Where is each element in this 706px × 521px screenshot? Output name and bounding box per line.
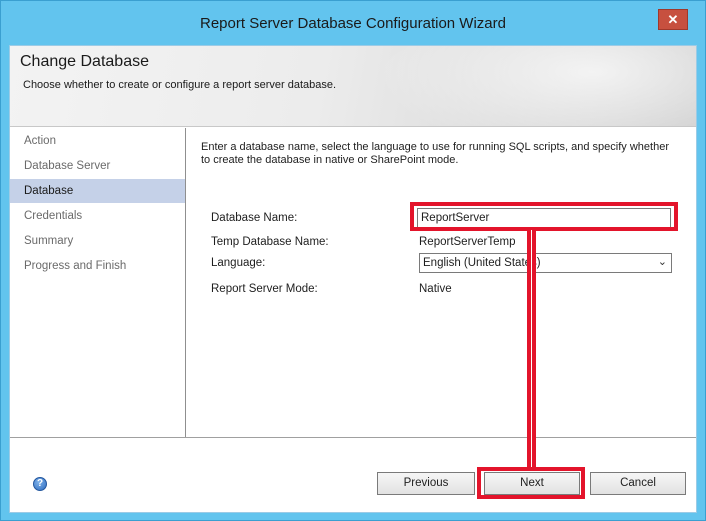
page-title: Change Database xyxy=(20,53,149,70)
cancel-button[interactable]: Cancel xyxy=(590,472,686,495)
report-server-mode-label: Report Server Mode: xyxy=(211,283,318,295)
wizard-client-area: Change Database Choose whether to create… xyxy=(9,45,697,513)
temp-database-name-label: Temp Database Name: xyxy=(211,236,329,248)
report-server-mode-value: Native xyxy=(419,283,452,295)
database-name-highlight-box xyxy=(410,202,678,231)
wizard-steps-sidebar: Action Database Server Database Credenti… xyxy=(10,128,186,438)
page-header: Change Database Choose whether to create… xyxy=(10,46,696,127)
wizard-window: Report Server Database Configuration Wiz… xyxy=(0,0,706,521)
instructions-text: Enter a database name, select the langua… xyxy=(201,141,669,166)
chevron-down-icon: ⌄ xyxy=(657,256,667,268)
footer-divider xyxy=(10,437,696,438)
title-bar: Report Server Database Configuration Wiz… xyxy=(1,1,705,45)
help-icon[interactable]: ? xyxy=(33,477,47,491)
page-subtitle: Choose whether to create or configure a … xyxy=(23,79,337,91)
next-button-highlight-box xyxy=(477,467,585,499)
temp-database-name-value: ReportServerTemp xyxy=(419,236,516,248)
sidebar-item-credentials[interactable]: Credentials xyxy=(10,204,185,228)
header-decoration xyxy=(376,46,696,126)
sidebar-item-database[interactable]: Database xyxy=(10,179,185,203)
close-button[interactable]: ✕ xyxy=(658,9,688,30)
highlight-connector-line xyxy=(527,230,536,468)
sidebar-item-summary[interactable]: Summary xyxy=(10,229,185,253)
main-panel: Enter a database name, select the langua… xyxy=(187,128,696,438)
window-title: Report Server Database Configuration Wiz… xyxy=(200,15,506,32)
sidebar-item-action[interactable]: Action xyxy=(10,129,185,153)
previous-button[interactable]: Previous xyxy=(377,472,475,495)
database-name-label: Database Name: xyxy=(211,212,298,224)
sidebar-item-database-server[interactable]: Database Server xyxy=(10,154,185,178)
language-select[interactable]: English (United States) ⌄ xyxy=(419,253,672,273)
language-label: Language: xyxy=(211,257,266,269)
language-selected-value: English (United States) xyxy=(423,257,541,269)
sidebar-item-progress-and-finish[interactable]: Progress and Finish xyxy=(10,254,185,278)
